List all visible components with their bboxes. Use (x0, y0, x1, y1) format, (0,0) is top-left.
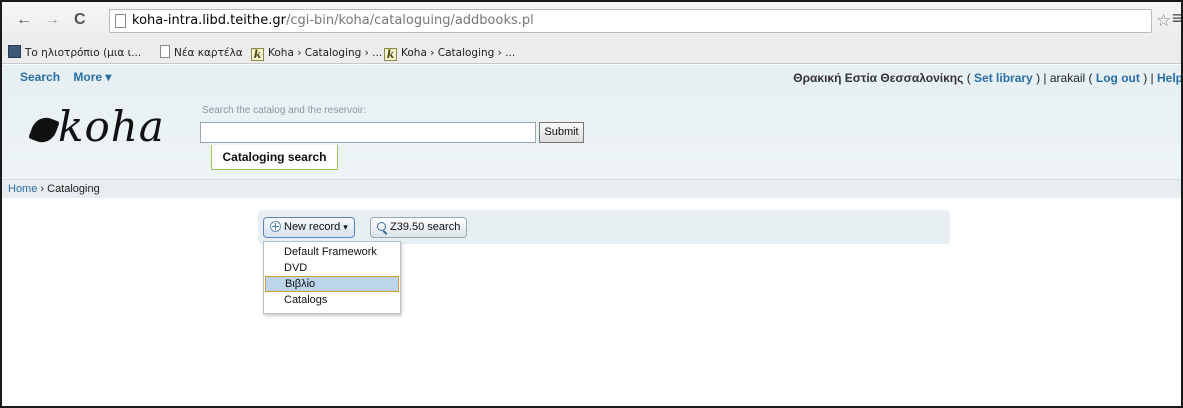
plus-icon (270, 221, 281, 232)
user-bar-text: ( (963, 71, 975, 85)
bookmark-item[interactable]: Το ηλιοτρόπιο (μια ι... (8, 45, 141, 61)
koha-logo[interactable]: koha (28, 102, 165, 151)
nav-search-link[interactable]: Search (20, 70, 60, 84)
bookmark-label: Koha › Cataloging › ... (401, 47, 516, 59)
reload-icon[interactable]: C (74, 10, 86, 30)
user-bar-text: ) | (1139, 71, 1157, 85)
breadcrumb-separator: › (37, 183, 48, 195)
chevron-down-icon: ▾ (343, 222, 348, 232)
cataloging-toolbar: New record ▾ Z39.50 search (258, 210, 950, 244)
log-out-link[interactable]: Log out (1096, 71, 1140, 85)
nav-more-menu[interactable]: More ▾ (73, 70, 111, 84)
top-nav: Search More ▾ (20, 70, 121, 84)
image-icon (8, 45, 21, 58)
framework-option-default[interactable]: Default Framework (264, 244, 400, 260)
browser-menu-icon[interactable]: ≡ (1172, 8, 1181, 29)
address-bar[interactable]: koha-intra.libd.teithe.gr/cgi-bin/koha/c… (109, 9, 1152, 33)
bookmarks-bar: Το ηλιοτρόπιο (μια ι... Νέα καρτέλα k Koh… (2, 42, 1181, 64)
new-record-button[interactable]: New record ▾ (263, 217, 355, 238)
koha-header: Search More ▾ Θρακική Εστία Θεσσαλονίκης… (2, 65, 1181, 179)
bookmark-item[interactable]: Νέα καρτέλα (160, 45, 243, 61)
search-icon (377, 222, 386, 231)
new-record-label: New record (284, 221, 341, 233)
tab-cataloging-search[interactable]: Cataloging search (211, 145, 338, 170)
z3950-label: Z39.50 search (390, 221, 461, 233)
forward-arrow-icon[interactable]: → (44, 10, 60, 30)
help-link[interactable]: Help (1157, 71, 1181, 85)
breadcrumb: Home › Cataloging (2, 179, 1181, 198)
koha-icon: k (384, 48, 397, 61)
search-label: Search the catalog and the reservoir: (202, 105, 366, 116)
bookmark-label: Νέα καρτέλα (174, 47, 243, 59)
logo-text: koha (58, 102, 165, 151)
catalog-search-input[interactable] (200, 122, 536, 143)
koha-leaf-icon (28, 113, 60, 147)
browser-toolbar: ← → C koha-intra.libd.teithe.gr/cgi-bin/… (2, 2, 1181, 42)
browser-window: ← → C koha-intra.libd.teithe.gr/cgi-bin/… (0, 0, 1183, 408)
user-bar: Θρακική Εστία Θεσσαλονίκης ( Set library… (793, 71, 1181, 85)
bookmark-item[interactable]: k Koha › Cataloging › ... (384, 45, 515, 61)
set-library-link[interactable]: Set library (974, 71, 1033, 85)
bookmark-label: Koha › Cataloging › ... (268, 47, 383, 59)
submit-button[interactable]: Submit (539, 122, 584, 143)
url-path: /cgi-bin/koha/cataloguing/addbooks.pl (285, 13, 534, 28)
koha-icon: k (251, 48, 264, 61)
bookmark-star-icon[interactable]: ☆ (1156, 11, 1171, 31)
bookmark-item[interactable]: k Koha › Cataloging › ... (251, 45, 382, 61)
bookmark-label: Το ηλιοτρόπιο (μια ι... (25, 47, 142, 59)
back-arrow-icon[interactable]: ← (16, 10, 32, 30)
library-name: Θρακική Εστία Θεσσαλονίκης (793, 71, 964, 85)
page-icon (160, 45, 170, 58)
framework-option-catalogs[interactable]: Catalogs (264, 292, 400, 308)
breadcrumb-home-link[interactable]: Home (8, 183, 37, 195)
new-record-dropdown: Default Framework DVD Βιβλίο Catalogs (263, 241, 401, 314)
z3950-search-button[interactable]: Z39.50 search (370, 217, 468, 238)
framework-option-book[interactable]: Βιβλίο (265, 276, 399, 292)
breadcrumb-current: Cataloging (47, 183, 100, 195)
user-bar-text: ) | arakail ( (1032, 71, 1096, 85)
page-icon (115, 14, 126, 28)
framework-option-dvd[interactable]: DVD (264, 260, 400, 276)
url-host: koha-intra.libd.teithe.gr (132, 13, 286, 28)
